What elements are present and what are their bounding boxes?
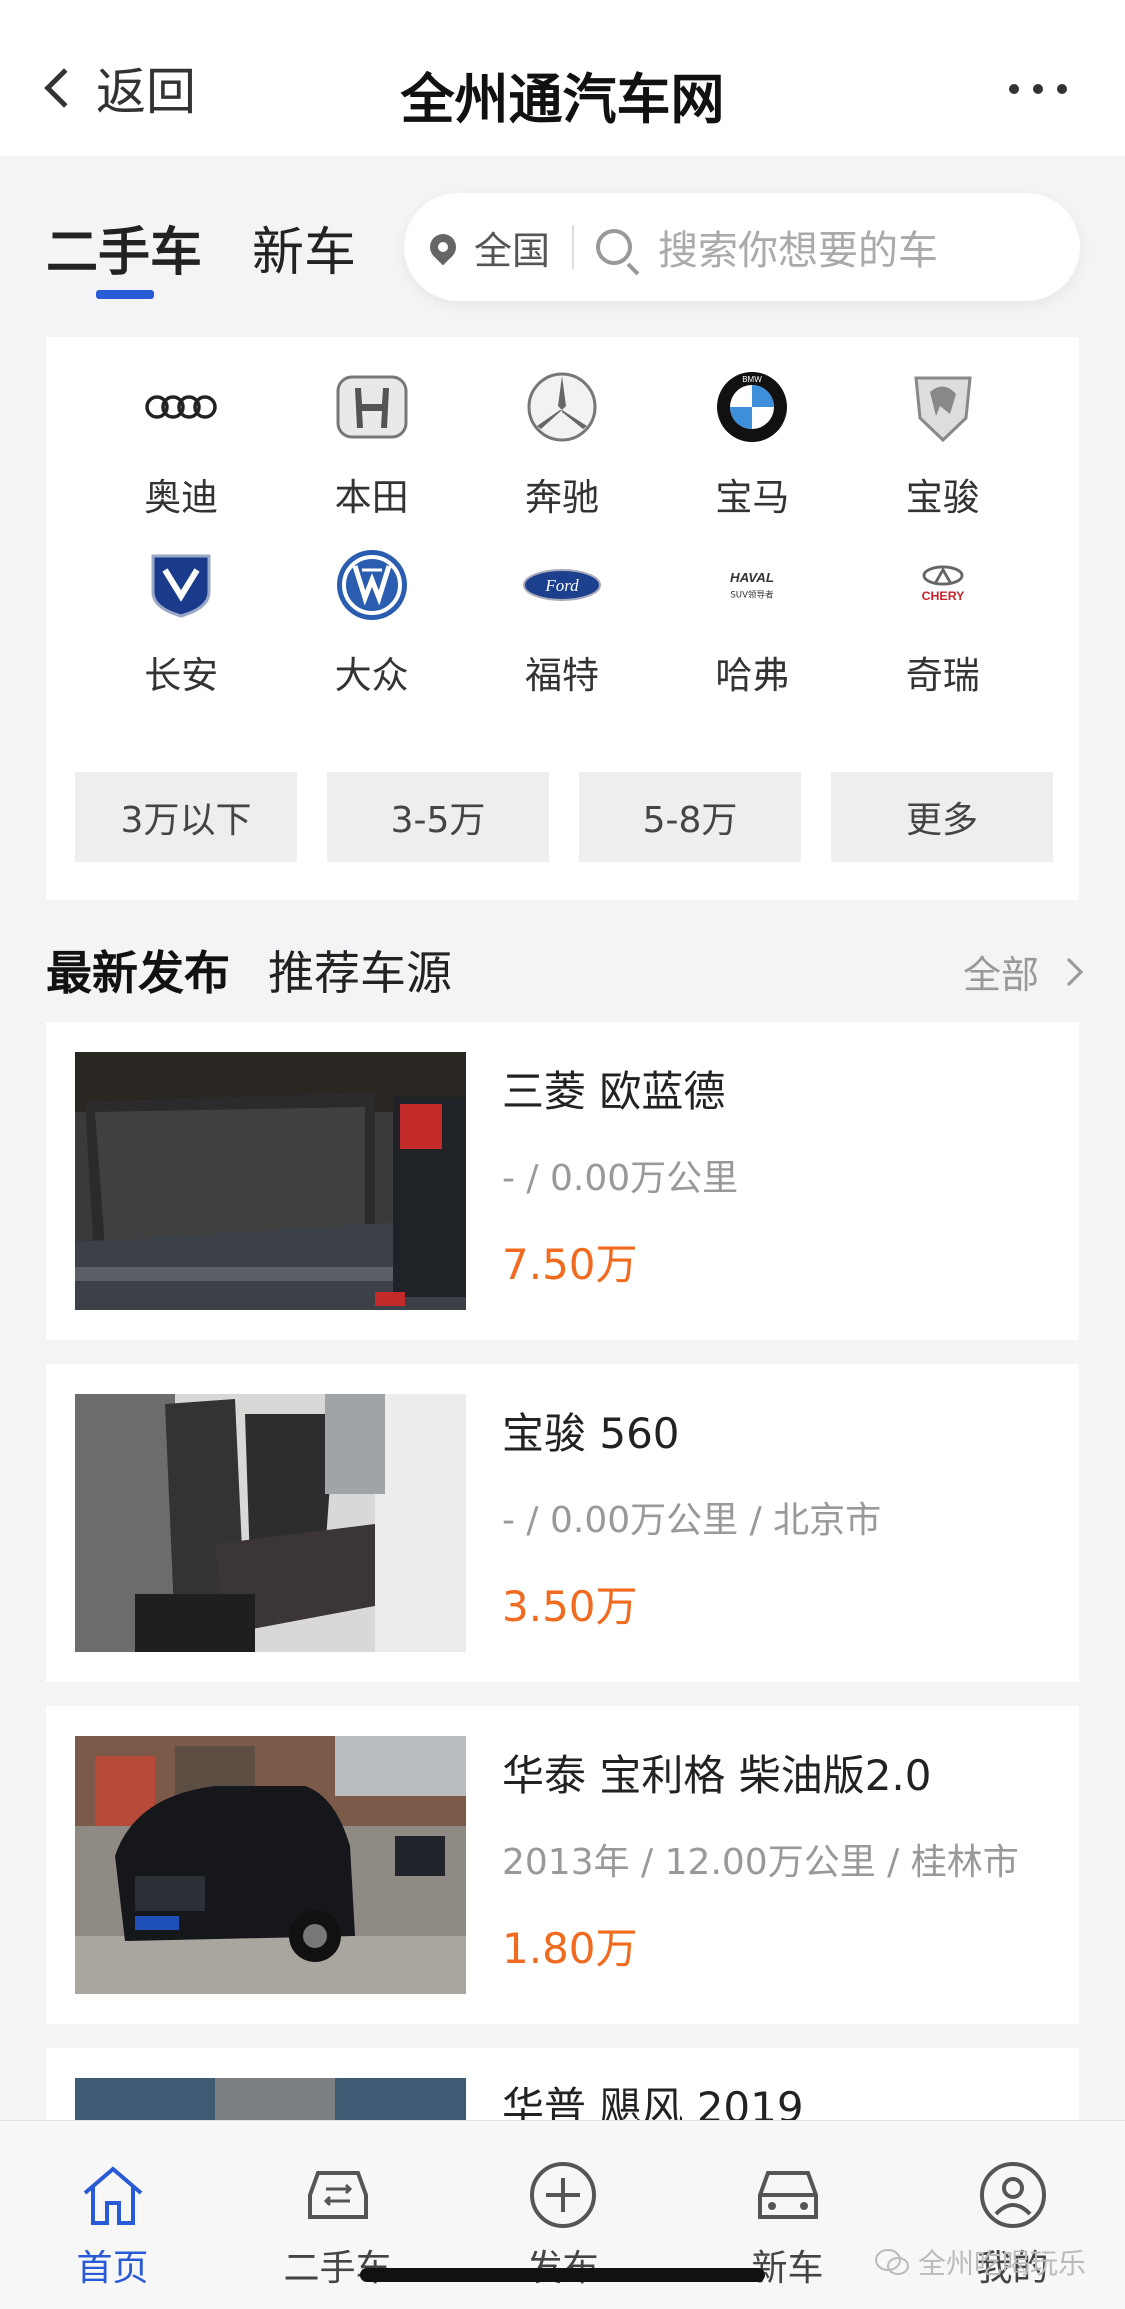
brand-item-audi[interactable]: 奥迪 xyxy=(86,367,276,521)
car-photo xyxy=(75,2078,466,2120)
brand-item-baojun[interactable]: 宝骏 xyxy=(848,367,1038,521)
car-photo xyxy=(75,1394,466,1652)
baojun-logo-icon xyxy=(903,367,983,447)
plus-circle-icon xyxy=(527,2159,599,2231)
listing-item[interactable]: 宝骏 560 - / 0.00万公里 / 北京市 3.50万 xyxy=(46,1364,1079,1682)
haval-logo-icon: HAVAL SUV领导者 xyxy=(712,545,792,625)
home-indicator[interactable] xyxy=(360,2268,765,2282)
haval-logo-text: HAVAL xyxy=(730,570,774,585)
brand-item-chery[interactable]: CHERY 奇瑞 xyxy=(848,545,1038,699)
brand-name: 哈弗 xyxy=(715,654,790,697)
chery-logo-text: CHERY xyxy=(921,589,965,603)
location-pin-icon xyxy=(424,228,462,266)
more-menu-icon[interactable] xyxy=(1009,84,1067,94)
brand-name: 奥迪 xyxy=(144,476,219,519)
car-price: 1.80万 xyxy=(502,1924,638,1973)
honda-logo-icon xyxy=(332,367,412,447)
car-meta: 2013年 / 12.00万公里 / 桂林市 xyxy=(502,1842,1019,1883)
ford-logo-icon: Ford xyxy=(522,545,602,625)
brand-name: 奔驰 xyxy=(524,476,599,519)
nav-bar: 返回 全州通汽车网 xyxy=(0,0,1125,156)
price-filter-3-5w[interactable]: 3-5万 xyxy=(327,772,549,862)
listing-item[interactable]: 三菱 欧蓝德 - / 0.00万公里 7.50万 xyxy=(46,1022,1079,1340)
wechat-icon xyxy=(875,2249,909,2275)
search-input[interactable]: 搜索你想要的车 xyxy=(658,218,938,276)
section-header: 最新发布 推荐车源 全部 xyxy=(46,937,1084,1003)
audi-logo-icon xyxy=(141,367,221,447)
brand-panel: 奥迪 本田 奔驰 BMW 宝马 宝骏 长安 大众 Ford 福特 HAVAL S… xyxy=(46,337,1079,900)
car-price: 3.50万 xyxy=(502,1582,638,1631)
price-range-row: 3万以下 3-5万 5-8万 更多 xyxy=(75,772,1053,862)
divider xyxy=(572,225,575,269)
watermark: 全州吃喝玩乐 xyxy=(874,2242,1086,2282)
tab-label: 新车 xyxy=(751,2248,824,2289)
view-all-link[interactable]: 全部 xyxy=(962,944,1084,999)
user-icon xyxy=(977,2159,1049,2231)
car-title: 华泰 宝利格 柴油版2.0 xyxy=(502,1751,932,1800)
brand-item-haval[interactable]: HAVAL SUV领导者 哈弗 xyxy=(657,545,847,699)
brand-name: 长安 xyxy=(144,654,219,697)
vw-logo-icon xyxy=(332,545,412,625)
brand-item-changan[interactable]: 长安 xyxy=(86,545,276,699)
car-title: 三菱 欧蓝德 xyxy=(502,1067,726,1116)
tab-label: 二手车 xyxy=(283,2248,392,2289)
tabbar-home[interactable]: 首页 xyxy=(0,2121,225,2309)
tab-label: 发布 xyxy=(526,2239,598,2291)
tab-latest[interactable]: 最新发布 xyxy=(46,937,230,1003)
mercedes-logo-icon xyxy=(522,367,602,447)
ford-logo-text: Ford xyxy=(544,576,579,595)
price-filter-more[interactable]: 更多 xyxy=(831,772,1053,862)
home-icon xyxy=(77,2159,149,2231)
region-selector[interactable]: 全国 xyxy=(474,220,550,275)
chevron-right-icon xyxy=(1054,957,1084,986)
car-price: 7.50万 xyxy=(502,1240,638,1289)
bmw-logo-text: BMW xyxy=(743,375,763,384)
tab-new-car[interactable]: 新车 xyxy=(252,210,356,285)
car-meta: - / 0.00万公里 / 北京市 xyxy=(502,1500,882,1541)
brand-name: 大众 xyxy=(334,654,409,697)
listing-item[interactable]: 华泰 宝利格 柴油版2.0 2013年 / 12.00万公里 / 桂林市 1.8… xyxy=(46,1706,1079,2024)
car-photo xyxy=(75,1736,466,1994)
brand-name: 宝马 xyxy=(715,476,790,519)
haval-logo-subtext: SUV领导者 xyxy=(731,588,775,600)
used-car-icon xyxy=(302,2159,374,2231)
car-icon xyxy=(752,2159,824,2231)
brand-item-ford[interactable]: Ford 福特 xyxy=(467,545,657,699)
view-all-label: 全部 xyxy=(962,953,1039,997)
car-meta: - / 0.00万公里 xyxy=(502,1158,739,1199)
car-title: 宝骏 560 xyxy=(502,1409,680,1458)
price-filter-under-3w[interactable]: 3万以下 xyxy=(75,772,297,862)
car-photo xyxy=(75,1052,466,1310)
brand-name: 宝骏 xyxy=(905,476,980,519)
brand-item-bmw[interactable]: BMW 宝马 xyxy=(657,367,847,521)
bmw-logo-icon: BMW xyxy=(712,367,792,447)
listing-item[interactable]: 华普 飓风 2019 xyxy=(46,2048,1079,2120)
page-title: 全州通汽车网 xyxy=(400,68,725,131)
brand-name: 奇瑞 xyxy=(905,654,980,697)
chery-logo-icon: CHERY xyxy=(903,545,983,625)
tab-used-car[interactable]: 二手车 xyxy=(46,210,202,299)
search-bar[interactable]: 全国 搜索你想要的车 xyxy=(404,193,1080,301)
changan-logo-icon xyxy=(141,545,221,625)
brand-name: 福特 xyxy=(524,654,599,697)
brand-name: 本田 xyxy=(334,476,409,519)
tab-label: 首页 xyxy=(76,2248,149,2289)
category-tabs: 二手车 新车 xyxy=(46,210,356,299)
search-icon xyxy=(596,229,633,265)
price-filter-5-8w[interactable]: 5-8万 xyxy=(579,772,801,862)
brand-item-vw[interactable]: 大众 xyxy=(276,545,466,699)
brand-item-honda[interactable]: 本田 xyxy=(276,367,466,521)
car-title: 华普 飓风 2019 xyxy=(502,2083,804,2120)
brand-item-mercedes[interactable]: 奔驰 xyxy=(467,367,657,521)
tab-recommended[interactable]: 推荐车源 xyxy=(268,937,452,1003)
watermark-text: 全州吃喝玩乐 xyxy=(918,2247,1087,2280)
